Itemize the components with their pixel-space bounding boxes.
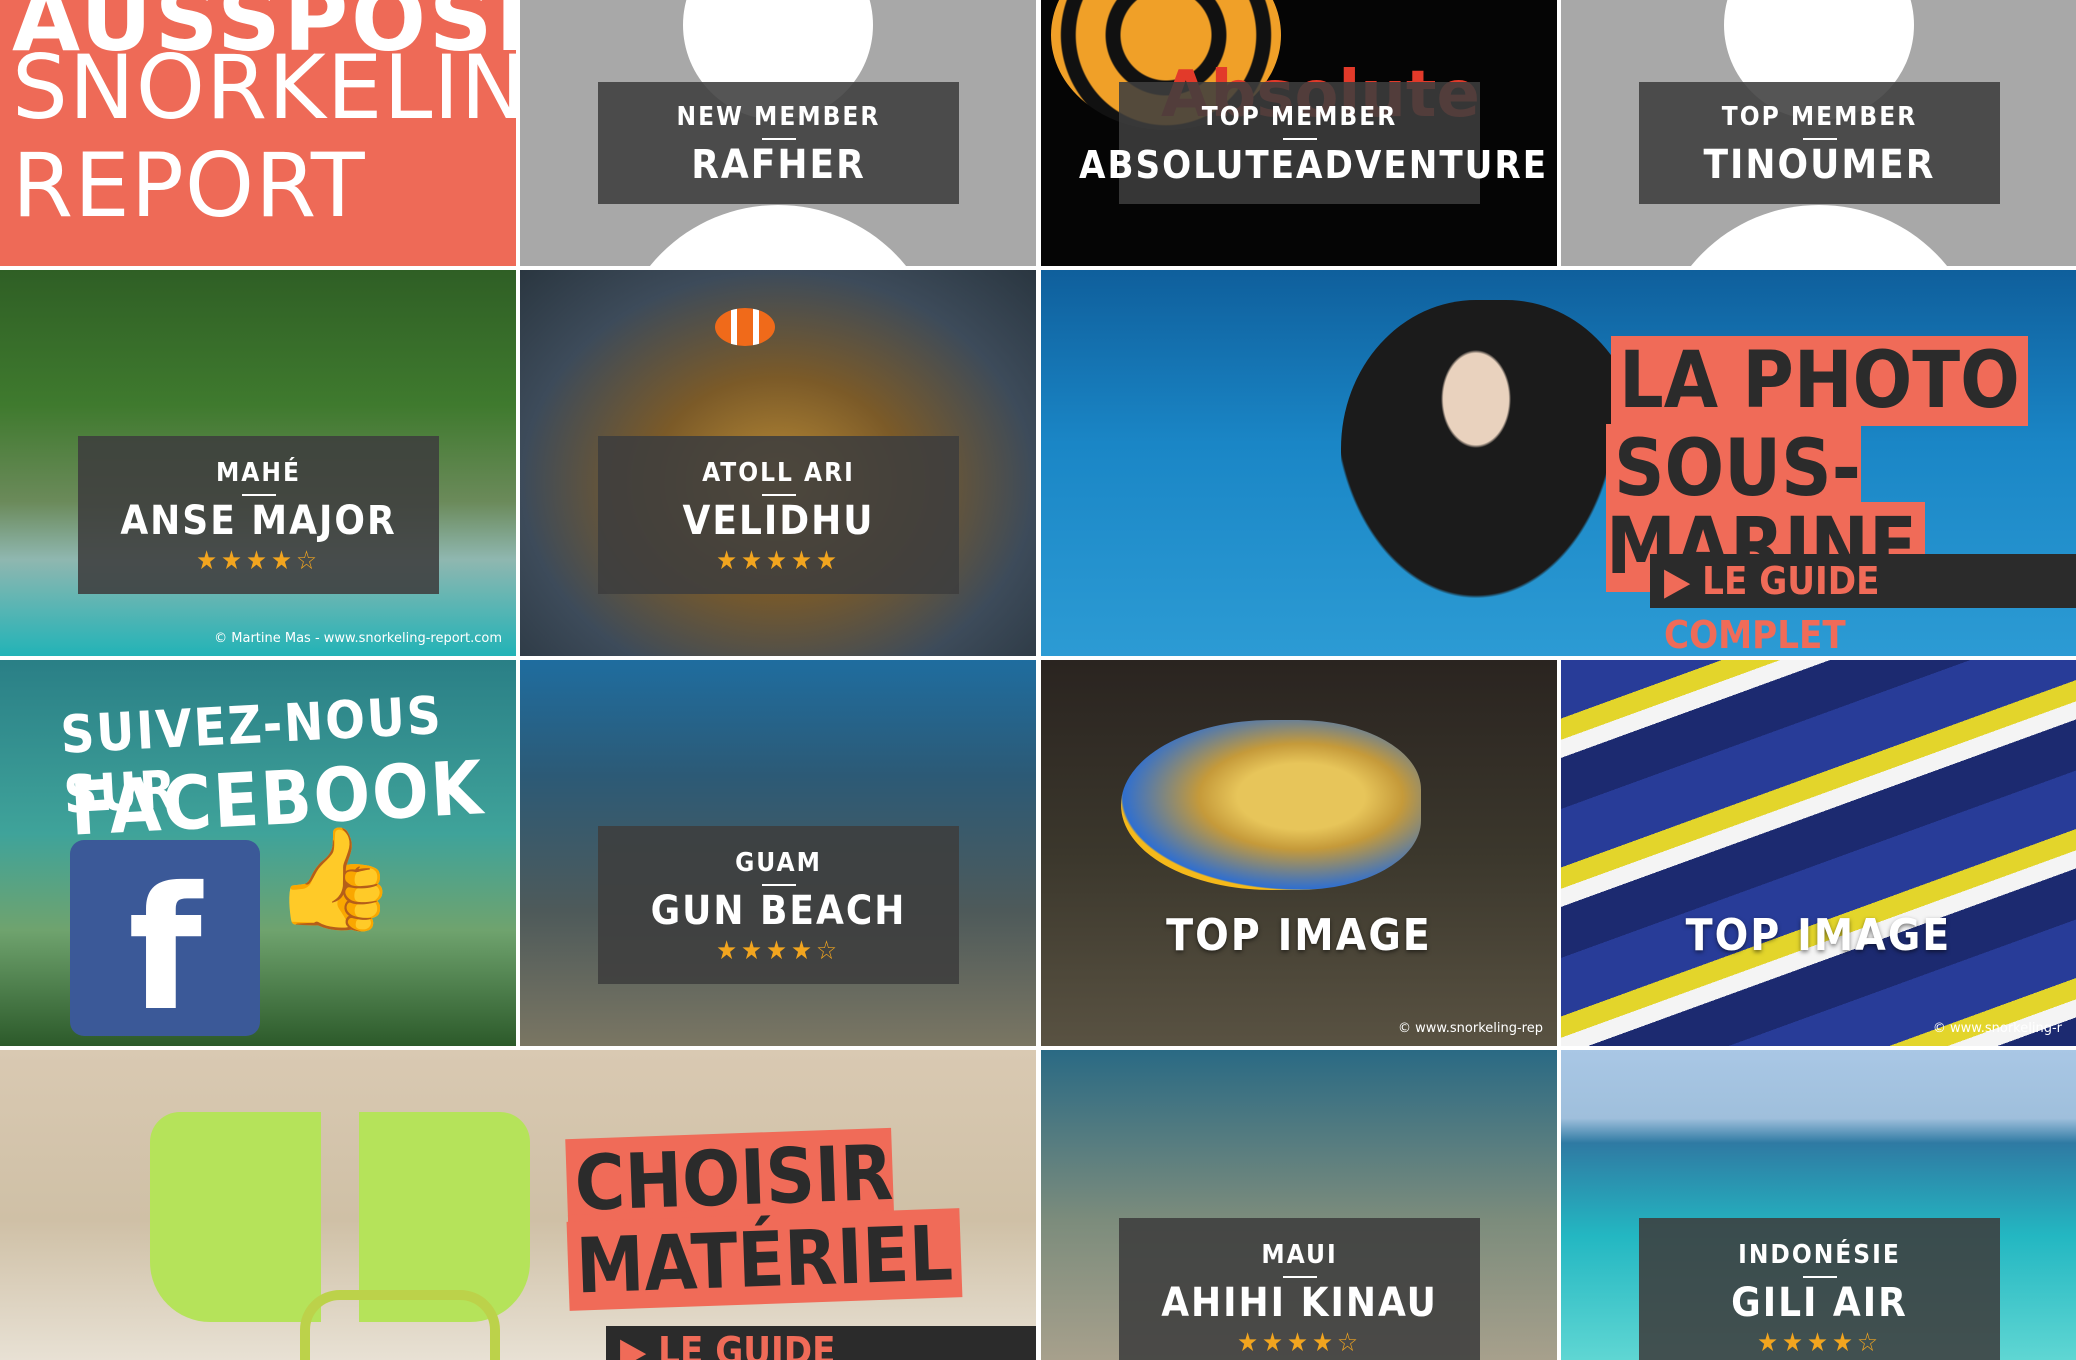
- member-name: ABSOLUTEADVENTURE: [1079, 143, 1549, 187]
- spot-card-gun-beach[interactable]: GUAM GUN BEACH ★★★★☆: [520, 660, 1036, 1046]
- spot-name: AHIHI KINAU: [1161, 1280, 1438, 1326]
- spot-region: INDONÉSIE: [1639, 1240, 2000, 1278]
- spot-region: MAUI: [1119, 1240, 1480, 1278]
- mosaic-grid: AUSSPOSH SNORKELING REPORT NEW MEMBER RA…: [0, 0, 2076, 1360]
- member-card-tinoumer[interactable]: TOP MEMBER TINOUMER: [1561, 0, 2076, 266]
- promo-choose-gear[interactable]: CHOISIR SON MATÉRIEL ▶ LE GUIDE COMPLET: [0, 1050, 1036, 1360]
- snorkeler-diver-icon: [1341, 300, 1641, 630]
- photo-credit: © www.snorkeling-rep: [1397, 1021, 1543, 1036]
- facebook-logo-icon: f: [70, 840, 260, 1046]
- member-info-box: TOP MEMBER ABSOLUTEADVENTURE: [1079, 82, 1546, 204]
- mask-icon: [300, 1290, 500, 1360]
- snorkeling-report-logo-tile[interactable]: AUSSPOSH SNORKELING REPORT: [0, 0, 516, 266]
- member-card-absoluteadventure[interactable]: Absolute TOP MEMBER ABSOLUTEADVENTURE: [1041, 0, 1557, 266]
- spot-info-box: ATOLL ARI VELIDHU ★★★★★: [598, 436, 959, 594]
- star-rating: ★★★★☆: [1237, 1328, 1362, 1358]
- star-rating: ★★★★☆: [1757, 1328, 1882, 1358]
- spot-name: VELIDHU: [682, 498, 875, 544]
- spot-name: ANSE MAJOR: [120, 498, 397, 544]
- spot-info-box: GUAM GUN BEACH ★★★★☆: [598, 826, 959, 984]
- spot-region: ATOLL ARI: [598, 458, 959, 496]
- member-card-rafher[interactable]: NEW MEMBER RAFHER: [520, 0, 1036, 266]
- member-name: TINOUMER: [1703, 142, 1936, 188]
- spot-info-box: MAHÉ ANSE MAJOR ★★★★☆: [78, 436, 439, 594]
- guide-complete-button[interactable]: ▶ LE GUIDE COMPLET: [1650, 554, 2076, 656]
- photo-credit: © Martine Mas - www.snorkeling-report.co…: [214, 631, 502, 646]
- star-rating: ★★★★★: [716, 546, 841, 576]
- spot-card-velidhu[interactable]: ATOLL ARI VELIDHU ★★★★★: [520, 270, 1036, 656]
- member-status: TOP MEMBER: [1639, 102, 2000, 140]
- avatar-body: [613, 205, 943, 266]
- promo-title-line1: LA PHOTO: [1611, 336, 2028, 426]
- member-status: TOP MEMBER: [1119, 102, 1480, 140]
- logo-line-report: REPORT: [12, 134, 366, 237]
- member-info-box: TOP MEMBER TINOUMER: [1639, 82, 2000, 204]
- spot-info-box: MAUI AHIHI KINAU ★★★★☆: [1119, 1218, 1480, 1360]
- member-info-box: NEW MEMBER RAFHER: [598, 82, 959, 204]
- logo-line-snorkeling: SNORKELING: [12, 36, 516, 139]
- thumbs-up-icon: 👍: [272, 820, 397, 937]
- top-image-angelfish[interactable]: TOP IMAGE © www.snorkeling-rep: [1041, 660, 1557, 1046]
- star-rating: ★★★★☆: [196, 546, 321, 576]
- clownfish-icon: [715, 308, 775, 346]
- spot-card-anse-major[interactable]: MAHÉ ANSE MAJOR ★★★★☆ © Martine Mas - ww…: [0, 270, 516, 656]
- promo-underwater-photo[interactable]: LA PHOTO SOUS-MARINE ▶ LE GUIDE COMPLET: [1041, 270, 2076, 656]
- spot-card-gili-air[interactable]: INDONÉSIE GILI AIR ★★★★☆: [1561, 1050, 2076, 1360]
- spot-name: GUN BEACH: [650, 888, 907, 934]
- promo-facebook[interactable]: SUIVEZ-NOUS SUR FACEBOOK f 👍: [0, 660, 516, 1046]
- top-image-powder-blue-tang[interactable]: TOP IMAGE © www.snorkeling-r: [1561, 660, 2076, 1046]
- avatar-body: [1653, 205, 1984, 266]
- top-image-label: TOP IMAGE: [1166, 910, 1432, 961]
- gear-title-line2: MATÉRIEL: [566, 1208, 963, 1311]
- member-status: NEW MEMBER: [598, 102, 959, 140]
- guide-complete-button[interactable]: ▶ LE GUIDE COMPLET: [606, 1326, 1036, 1360]
- spot-region: GUAM: [598, 848, 959, 886]
- spot-card-ahihi-kinau[interactable]: MAUI AHIHI KINAU ★★★★☆: [1041, 1050, 1557, 1360]
- top-image-label: TOP IMAGE: [1685, 910, 1952, 961]
- spot-info-box: INDONÉSIE GILI AIR ★★★★☆: [1639, 1218, 2000, 1360]
- spot-region: MAHÉ: [78, 458, 439, 496]
- photo-credit: © www.snorkeling-r: [1932, 1021, 2062, 1036]
- spot-name: GILI AIR: [1731, 1280, 1908, 1326]
- member-name: RAFHER: [691, 142, 866, 188]
- star-rating: ★★★★☆: [716, 936, 841, 966]
- angelfish-icon: [1121, 720, 1421, 890]
